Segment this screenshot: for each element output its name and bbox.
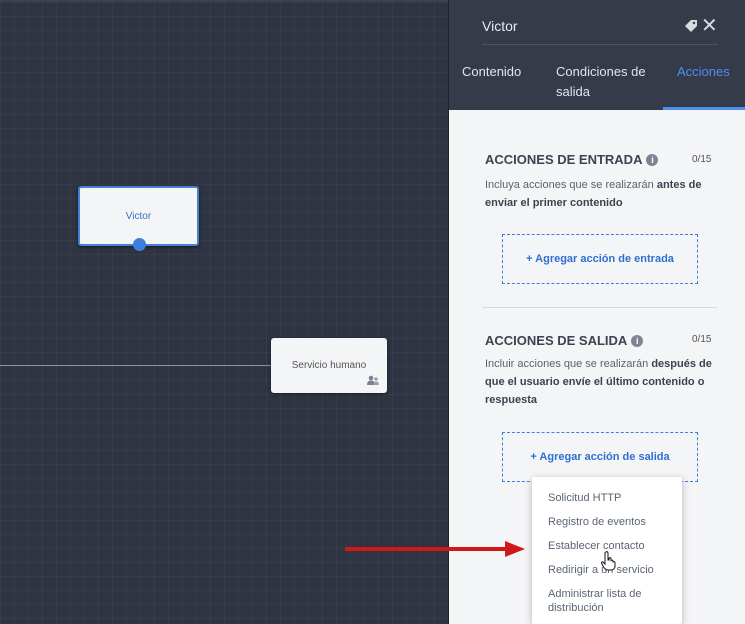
connector-line [0,365,271,366]
properties-panel: Victor Contenido Condiciones de salida A… [448,0,745,624]
node-servicio-humano[interactable]: Servicio humano [271,338,387,393]
menu-item-administrar-lista[interactable]: Administrar lista de distribución [548,587,668,615]
flow-canvas[interactable]: Victor Servicio humano [0,0,448,624]
entrada-section-title: ACCIONES DE ENTRADA i [485,152,659,167]
tag-icon[interactable] [685,19,697,37]
menu-item-registro-eventos[interactable]: Registro de eventos [548,515,668,529]
entrada-title-text: ACCIONES DE ENTRADA [485,152,643,167]
entrada-description: Incluya acciones que se realizarán antes… [485,176,715,212]
users-icon [367,375,379,388]
entrada-count: 0/15 [692,154,712,165]
tab-condiciones-de-salida[interactable]: Condiciones de salida [556,62,646,102]
tab-contenido[interactable]: Contenido [462,62,521,82]
node-victor[interactable]: Victor [78,186,199,251]
salida-count: 0/15 [692,334,712,345]
node-servicio-label: Servicio humano [291,360,367,371]
info-icon[interactable]: i [631,335,644,347]
title-divider [482,44,718,45]
add-exit-action-button[interactable]: + Agregar acción de salida [502,432,698,482]
salida-description: Incluir acciones que se realizarán despu… [485,355,715,409]
salida-title-text: ACCIONES DE SALIDA [485,333,628,348]
node-victor-label: Victor [125,210,152,222]
salida-desc-text: Incluir acciones que se realizarán [485,358,652,370]
annotation-arrow-icon [345,541,525,557]
panel-title: Victor [482,18,518,34]
hand-cursor-icon [601,551,616,571]
close-icon[interactable]: ✕ [701,16,718,36]
tab-acciones[interactable]: Acciones [663,62,745,110]
entrada-desc-text: Incluya acciones que se realizarán [485,179,657,191]
section-divider [482,307,717,308]
add-entry-action-button[interactable]: + Agregar acción de entrada [502,234,698,284]
salida-section-title: ACCIONES DE SALIDA i [485,333,644,348]
info-icon[interactable]: i [646,154,659,166]
menu-item-solicitud-http[interactable]: Solicitud HTTP [548,491,668,505]
node-output-port[interactable] [132,238,146,251]
